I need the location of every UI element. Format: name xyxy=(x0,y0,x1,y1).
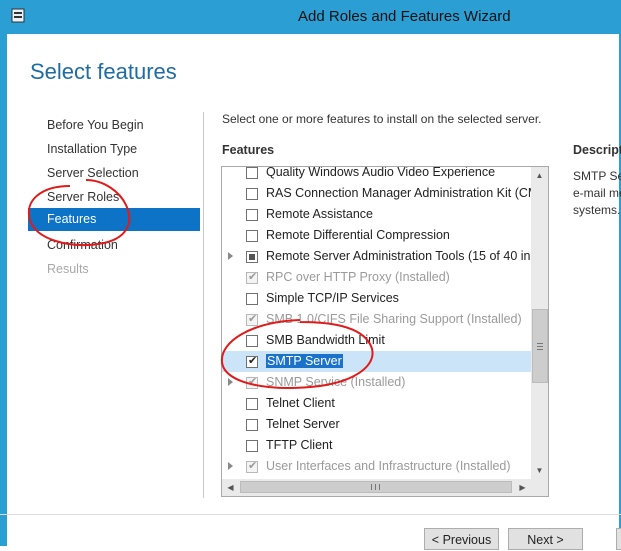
vertical-scrollbar[interactable]: ▲ ▼ xyxy=(531,167,548,479)
footer-divider xyxy=(0,514,621,515)
features-list[interactable]: Quality Windows Audio Video Experience RA… xyxy=(221,166,549,497)
feature-label: Simple TCP/IP Services xyxy=(266,291,399,305)
window-frame-left xyxy=(0,34,7,546)
grip-icon xyxy=(371,484,380,490)
feature-row[interactable]: Remote Assistance xyxy=(222,204,531,225)
nav-item-features[interactable]: Features xyxy=(28,208,200,231)
grip-icon xyxy=(537,343,543,350)
title-bar: Add Roles and Features Wizard xyxy=(0,0,621,34)
features-list-viewport: Quality Windows Audio Video Experience RA… xyxy=(222,167,531,479)
feature-row[interactable]: Remote Server Administration Tools (15 o… xyxy=(222,246,531,267)
feature-row[interactable]: Remote Differential Compression xyxy=(222,225,531,246)
checkmark-icon: ✔ xyxy=(248,313,258,325)
feature-row[interactable]: ✔ SNMP Service (Installed) xyxy=(222,372,531,393)
feature-checkbox[interactable] xyxy=(246,209,258,221)
feature-checkbox[interactable] xyxy=(246,335,258,347)
feature-label: SMTP Server xyxy=(266,354,343,368)
checkmark-icon: ✔ xyxy=(248,271,258,283)
nav-item-results: Results xyxy=(47,262,89,276)
feature-label: SMB 1.0/CIFS File Sharing Support (Insta… xyxy=(266,312,522,326)
feature-row[interactable]: Telnet Client xyxy=(222,393,531,414)
intro-text: Select one or more features to install o… xyxy=(222,112,542,126)
feature-row[interactable]: ✔ SMB 1.0/CIFS File Sharing Support (Inst… xyxy=(222,309,531,330)
feature-row[interactable]: Telnet Server xyxy=(222,414,531,435)
description-label: Description xyxy=(573,143,621,157)
feature-row[interactable]: Quality Windows Audio Video Experience xyxy=(222,167,531,183)
feature-label: Remote Assistance xyxy=(266,207,373,221)
page-heading: Select features xyxy=(30,59,177,84)
feature-checkbox[interactable] xyxy=(246,398,258,410)
nav-item-before-you-begin[interactable]: Before You Begin xyxy=(47,118,144,132)
feature-checkbox[interactable] xyxy=(246,230,258,242)
horizontal-scrollbar[interactable]: ◀ ▶ xyxy=(222,479,531,496)
feature-row[interactable]: TFTP Client xyxy=(222,435,531,456)
feature-checkbox[interactable] xyxy=(246,251,258,263)
feature-row[interactable]: Simple TCP/IP Services xyxy=(222,288,531,309)
feature-row[interactable]: RAS Connection Manager Administration Ki… xyxy=(222,183,531,204)
nav-item-confirmation[interactable]: Confirmation xyxy=(47,238,118,252)
description-line: systems. xyxy=(573,203,621,217)
window-title: Add Roles and Features Wizard xyxy=(298,8,511,25)
feature-label: Telnet Client xyxy=(266,396,335,410)
feature-row[interactable]: ✔ User Interfaces and Infrastructure (Ins… xyxy=(222,456,531,477)
feature-label: Remote Server Administration Tools (15 o… xyxy=(266,249,531,263)
feature-checkbox: ✔ xyxy=(246,376,258,389)
description-line: SMTP Ser xyxy=(573,169,621,183)
previous-button[interactable]: < Previous xyxy=(424,528,499,550)
feature-label: Remote Differential Compression xyxy=(266,228,450,242)
install-button[interactable] xyxy=(616,528,621,550)
feature-label: RAS Connection Manager Administration Ki… xyxy=(266,186,531,200)
horizontal-scroll-thumb[interactable] xyxy=(240,481,512,493)
scrollbar-corner xyxy=(531,479,548,496)
nav-divider xyxy=(203,112,204,498)
partial-check-icon xyxy=(249,254,255,260)
checkmark-icon: ✔ xyxy=(248,460,258,472)
feature-label: User Interfaces and Infrastructure (Inst… xyxy=(266,459,511,473)
feature-checkbox[interactable] xyxy=(246,188,258,200)
feature-checkbox: ✔ xyxy=(246,313,258,326)
scroll-right-icon[interactable]: ▶ xyxy=(514,479,531,496)
feature-row[interactable]: ✔ RPC over HTTP Proxy (Installed) xyxy=(222,267,531,288)
scroll-up-icon[interactable]: ▲ xyxy=(531,167,548,184)
nav-item-installation-type[interactable]: Installation Type xyxy=(47,142,137,156)
checkmark-icon: ✔ xyxy=(248,355,258,367)
scroll-thumb[interactable] xyxy=(532,309,548,383)
next-button[interactable]: Next > xyxy=(508,528,583,550)
feature-checkbox[interactable] xyxy=(246,167,258,179)
feature-label: TFTP Client xyxy=(266,438,333,452)
feature-checkbox: ✔ xyxy=(246,460,258,473)
nav-item-server-selection[interactable]: Server Selection xyxy=(47,166,139,180)
expand-arrow-icon[interactable] xyxy=(228,462,233,470)
feature-label: SNMP Service (Installed) xyxy=(266,375,406,389)
expand-arrow-icon[interactable] xyxy=(228,252,233,260)
feature-checkbox[interactable] xyxy=(246,440,258,452)
feature-checkbox[interactable]: ✔ xyxy=(246,355,258,368)
feature-row[interactable]: SMB Bandwidth Limit xyxy=(222,330,531,351)
features-label: Features xyxy=(222,143,275,157)
feature-checkbox: ✔ xyxy=(246,271,258,284)
feature-label: SMB Bandwidth Limit xyxy=(266,333,385,347)
server-manager-icon xyxy=(11,8,25,23)
feature-label: RPC over HTTP Proxy (Installed) xyxy=(266,270,450,284)
description-line: e-mail me xyxy=(573,186,621,200)
feature-row[interactable]: ✔ SMTP Server xyxy=(222,351,531,372)
feature-checkbox[interactable] xyxy=(246,293,258,305)
scroll-left-icon[interactable]: ◀ xyxy=(222,479,239,496)
description-text: SMTP Ser e-mail me systems. xyxy=(573,168,621,219)
checkmark-icon: ✔ xyxy=(248,376,258,388)
nav-item-features-label: Features xyxy=(47,212,97,226)
nav-item-server-roles[interactable]: Server Roles xyxy=(47,190,119,204)
feature-checkbox[interactable] xyxy=(246,419,258,431)
feature-label: Telnet Server xyxy=(266,417,340,431)
feature-label: Quality Windows Audio Video Experience xyxy=(266,167,496,179)
expand-arrow-icon[interactable] xyxy=(228,378,233,386)
scroll-down-icon[interactable]: ▼ xyxy=(531,462,548,479)
